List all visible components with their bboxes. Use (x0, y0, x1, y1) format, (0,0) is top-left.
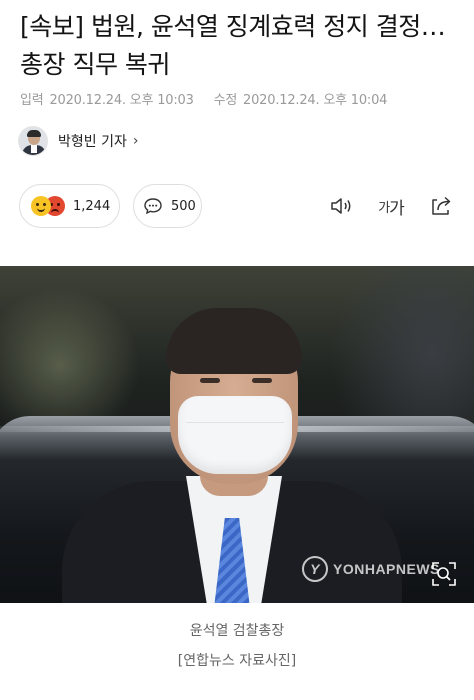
modified-time: 2020.12.24. 오후 10:04 (243, 93, 388, 108)
chevron-right-icon: › (132, 133, 139, 149)
reporter-avatar (18, 126, 48, 156)
comment-button[interactable]: 500 (133, 184, 202, 228)
yonhap-watermark: Y YONHAPNEWS (302, 556, 440, 582)
smile-face-icon (31, 196, 51, 216)
zoom-button[interactable] (428, 558, 460, 590)
reaction-count: 1,244 (73, 198, 111, 214)
font-big-label: 가 (389, 198, 405, 219)
input-time: 2020.12.24. 오후 10:03 (49, 93, 194, 108)
watermark-text: YONHAPNEWS (333, 561, 440, 577)
article-meta: 입력 2020.12.24. 오후 10:03 수정 2020.12.24. 오… (20, 89, 389, 108)
font-size-button[interactable]: 가가 (376, 192, 406, 220)
reporter-byline[interactable]: 박형빈 기자 › (18, 124, 138, 158)
speaker-button[interactable] (328, 192, 356, 220)
article-headline: [속보] 법원, 윤석열 징계효력 정지 결정…총장 직무 복귀 (20, 12, 446, 79)
photo-caption: 윤석열 검찰총장 (189, 623, 285, 639)
article-photo[interactable]: Y YONHAPNEWS (0, 266, 474, 603)
speech-bubble-icon (144, 198, 162, 215)
reaction-button[interactable]: 1,244 (19, 184, 120, 228)
font-small-label: 가 (378, 200, 390, 216)
modified-label: 수정 (213, 93, 238, 108)
input-label: 입력 (20, 93, 44, 108)
speaker-icon (331, 198, 351, 214)
reporter-name[interactable]: 박형빈 기자 (58, 131, 127, 151)
share-button[interactable] (428, 192, 454, 220)
comment-count: 500 (171, 198, 196, 214)
zoom-icon (432, 562, 456, 586)
share-icon (432, 196, 451, 215)
photo-credit: [연합뉴스 자료사진] (177, 653, 297, 669)
yonhap-logo-icon: Y (302, 556, 328, 582)
